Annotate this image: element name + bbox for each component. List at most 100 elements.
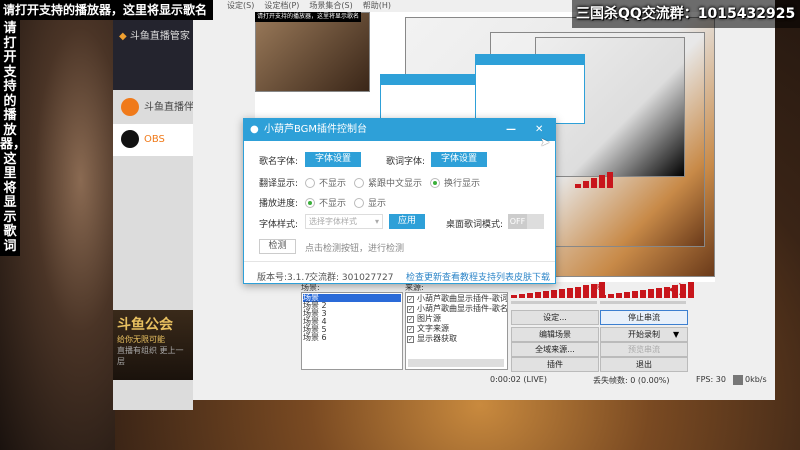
dropped-frames: 丢失帧数: 0 (0.00%) — [593, 376, 670, 385]
bitrate-indicator — [733, 375, 743, 385]
progress-label: 播放进度: — [259, 199, 299, 209]
source-item[interactable]: ✓ 小葫芦歌曲显示插件-歌词 — [407, 294, 508, 304]
menu-profile[interactable]: 设定档(P) — [264, 1, 299, 10]
checkbox-icon[interactable]: ✓ — [407, 305, 414, 313]
dialog-titlebar[interactable]: ● 小葫芦BGM插件控制台 — ✕ — [244, 119, 555, 141]
toggle-state: OFF — [508, 214, 527, 229]
minimize-button[interactable]: — — [506, 119, 516, 141]
exit-button[interactable]: 退出 — [600, 357, 688, 372]
preview-stream-button[interactable]: 预览串流 — [600, 342, 688, 357]
lyric-overlay: 请打开支持的播放器，这里将显示歌词 — [0, 20, 26, 256]
preview-dialog-reflection — [475, 54, 585, 124]
source-label: 小葫芦歌曲显示插件-歌词 — [417, 294, 508, 303]
item-label: OBS — [144, 134, 165, 145]
progress-radio-show[interactable]: 显示 — [354, 196, 386, 209]
source-label: 小葫芦歌曲显示插件-歌名 — [417, 304, 508, 313]
source-item[interactable]: ✓ 小葫芦歌曲显示插件-歌名 — [407, 304, 508, 314]
source-item[interactable]: ✓ 图片源 — [407, 314, 506, 324]
translate-radio-newline[interactable]: 换行显示 — [430, 176, 480, 189]
checkbox-icon[interactable]: ✓ — [407, 335, 414, 343]
radio-label: 显示 — [368, 199, 387, 209]
source-item[interactable]: ✓ 显示器获取 — [407, 334, 506, 344]
song-font-label: 歌名字体: — [259, 157, 299, 167]
obs-icon — [121, 130, 139, 148]
source-label: 图片源 — [417, 314, 441, 323]
gourd-logo-icon: ● — [250, 124, 259, 135]
select-value: 选择字体样式 — [309, 217, 357, 226]
translate-radio-follow[interactable]: 紧跟中文显示 — [354, 176, 422, 189]
skin-download-link[interactable]: 皮肤下载 — [514, 270, 550, 283]
mic-meter — [511, 282, 605, 298]
detect-button[interactable]: 检测 — [259, 239, 296, 254]
dialog-title: 小葫芦BGM插件控制台 — [264, 124, 368, 135]
desktop-lyric-toggle[interactable]: OFF — [508, 214, 544, 229]
plugins-button[interactable]: 插件 — [511, 357, 599, 372]
douyu-header: ◆ 斗鱼直播管家 — [113, 20, 193, 90]
checkbox-icon[interactable]: ✓ — [407, 325, 414, 333]
douyu-title: 斗鱼直播管家 — [129, 31, 190, 42]
menu-help[interactable]: 帮助(H) — [363, 1, 391, 10]
song-title-overlay: 请打开支持的播放器，这里将显示歌名 — [0, 0, 213, 20]
radio-label: 不显示 — [319, 199, 347, 209]
menu-scene-collection[interactable]: 场景集合(S) — [309, 1, 352, 10]
chevron-down-icon: ▾ — [374, 217, 379, 226]
translate-label: 翻译显示: — [259, 179, 299, 189]
song-font-button[interactable]: 字体设置 — [305, 152, 361, 167]
banner-title: 斗鱼公会 — [117, 317, 173, 333]
divider — [244, 261, 555, 262]
support-list-link[interactable]: 支持列表 — [478, 270, 514, 283]
desktop-lyric-label: 桌面歌词模式: — [446, 220, 504, 230]
progress-radio-hide[interactable]: 不显示 — [305, 196, 346, 209]
detect-hint: 点击检测按钮，进行检测 — [305, 244, 405, 254]
scene-item[interactable]: 场景 6 — [303, 334, 401, 342]
status-bar: 0:00:02 (LIVE) 丢失帧数: 0 (0.00%) FPS: 30 0… — [193, 375, 775, 387]
source-label: 文字来源 — [417, 324, 449, 333]
sources-list[interactable]: ✓ 小葫芦歌曲显示插件-歌词 ✓ 小葫芦歌曲显示插件-歌名 ✓ 图片源 ✓ 文字来源 ✓… — [405, 292, 508, 370]
guild-banner[interactable]: 斗鱼公会给你无限可能直播有组织 更上一层 — [113, 310, 193, 380]
check-update-link[interactable]: 检查更新 — [406, 270, 442, 283]
douyu-item-companion[interactable]: 斗鱼直播伴侣 — [113, 92, 193, 124]
tutorial-link[interactable]: 查看教程 — [442, 270, 478, 283]
menu-settings[interactable]: 设定(S) — [227, 1, 254, 10]
lyric-font-label: 歌词字体: — [386, 157, 426, 167]
translate-radio-hide[interactable]: 不显示 — [305, 176, 346, 189]
preview-mirror — [255, 12, 370, 92]
font-style-select[interactable]: 选择字体样式 ▾ — [305, 214, 383, 229]
source-label: 显示器获取 — [417, 334, 457, 343]
qq-group-overlay: 三国杀QQ交流群：1015432925 — [572, 0, 800, 28]
edit-scene-button[interactable]: 编辑场景 — [511, 327, 599, 342]
banner-foot: 直播有组织 更上一层 — [117, 346, 184, 366]
checkbox-icon[interactable]: ✓ — [407, 295, 414, 303]
source-item[interactable]: ✓ 文字来源 — [407, 324, 506, 334]
stop-stream-button[interactable]: 停止串流 — [600, 310, 688, 325]
douyu-icon — [121, 98, 139, 116]
mic-volume-slider[interactable] — [511, 301, 597, 304]
apply-button[interactable]: 应用 — [389, 214, 425, 229]
checkbox-icon[interactable]: ✓ — [407, 315, 414, 323]
desktop-volume-slider[interactable] — [600, 301, 686, 304]
douyu-logo-icon: ◆ — [119, 31, 130, 42]
item-label: 斗鱼直播伴侣 — [144, 102, 193, 113]
radio-label: 换行显示 — [444, 179, 481, 189]
scenes-list[interactable]: 场景 场景 2 场景 3 场景 4 场景 5 场景 6 — [301, 292, 403, 370]
lyric-font-button[interactable]: 字体设置 — [431, 152, 487, 167]
banner-sub: 给你无限可能 — [117, 335, 165, 344]
group-label: 交流群: 301027727 — [309, 273, 394, 283]
speaker-icon[interactable]: ◀) — [668, 282, 683, 297]
bgm-plugin-dialog: ● 小葫芦BGM插件控制台 — ✕ 歌名字体: 字体设置 歌词字体: 字体设置 … — [243, 118, 556, 284]
sources-scrollbar[interactable] — [408, 359, 504, 367]
radio-label: 不显示 — [319, 179, 347, 189]
fps: FPS: 30 — [696, 375, 726, 384]
mouse-cursor-icon: ➤ — [540, 135, 551, 149]
global-sources-button[interactable]: 全域来源... — [511, 342, 599, 357]
preview-caption: 请打开支持的播放器，这里将显示歌名 — [255, 12, 362, 22]
bitrate: 0kb/s — [745, 375, 767, 384]
record-dropdown-icon[interactable]: ▼ — [673, 327, 679, 342]
douyu-item-obs[interactable]: OBS — [113, 124, 193, 156]
style-label: 字体样式: — [259, 220, 299, 230]
radio-label: 紧跟中文显示 — [368, 179, 423, 189]
version-label: 版本号:3.1.7 — [257, 273, 310, 283]
settings-button[interactable]: 设定... — [511, 310, 599, 325]
stream-time: 0:00:02 (LIVE) — [490, 375, 547, 384]
douyu-manager-window: ◆ 斗鱼直播管家 斗鱼直播伴侣 OBS 斗鱼公会给你无限可能直播有组织 更上一层 — [113, 20, 193, 410]
